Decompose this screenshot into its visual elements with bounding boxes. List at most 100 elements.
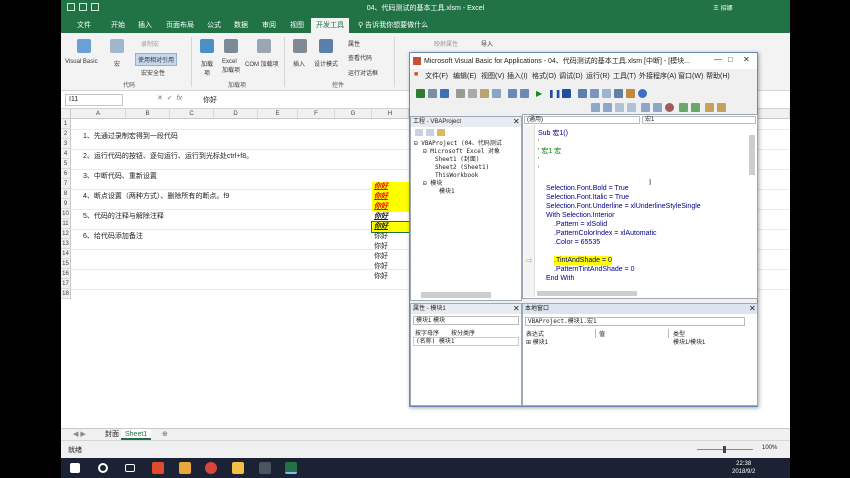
column-i-cell[interactable]: 你好	[372, 272, 409, 282]
tree-node-vbaproject[interactable]: ⊟ VBAProject (04、代码测试	[414, 140, 502, 148]
menu-format[interactable]: 格式(O)	[532, 71, 556, 81]
tell-me-search[interactable]: ⚲ 告诉我你想要做什么	[358, 20, 428, 30]
menu-debug[interactable]: 调试(D)	[559, 71, 583, 81]
uncomment-block-icon[interactable]	[691, 103, 700, 112]
properties-object-dropdown[interactable]: 模块1 模块	[413, 316, 519, 325]
code-line[interactable]: Sub 宏1()	[538, 129, 568, 138]
column-header[interactable]: A	[71, 109, 126, 119]
toggle-folders-icon[interactable]	[437, 129, 445, 136]
tab-data[interactable]: 数据	[234, 20, 248, 30]
row-header[interactable]: 18	[61, 289, 71, 299]
undo-icon[interactable]	[508, 89, 517, 98]
column-i-cell[interactable]: 你好	[372, 182, 409, 192]
reset-icon[interactable]	[562, 89, 571, 98]
name-box[interactable]: I11	[65, 94, 123, 106]
copy-icon[interactable]	[468, 89, 477, 98]
row-header[interactable]: 6	[61, 169, 71, 179]
close-project-pane-icon[interactable]: ✕	[513, 117, 520, 127]
object-browser-icon[interactable]	[614, 89, 623, 98]
code-line[interactable]: With Selection.Interior	[546, 211, 614, 220]
taskbar-clock[interactable]: 22:38 2018/9/2	[732, 460, 755, 476]
row-header[interactable]: 5	[61, 159, 71, 169]
code-line[interactable]: .Pattern = xlSolid	[554, 220, 607, 229]
formula-buttons[interactable]: ✕ ✓ fx	[157, 94, 182, 102]
design-mode-icon[interactable]	[319, 39, 333, 53]
locals-row-expression[interactable]: ⊞ 模块1	[526, 337, 548, 346]
code-line[interactable]: '	[538, 165, 539, 174]
procedure-dropdown[interactable]: 宏1	[642, 116, 756, 124]
menu-run[interactable]: 运行(R)	[586, 71, 610, 81]
column-header[interactable]: E	[258, 109, 298, 119]
app-icon[interactable]	[152, 462, 164, 474]
tab-page-layout[interactable]: 页面布局	[166, 20, 194, 30]
insert-module-icon[interactable]	[428, 89, 437, 98]
redo-icon[interactable]	[520, 89, 529, 98]
note-cell[interactable]: 4、断点设置（两种方式）、删除所有的断点。f9	[83, 192, 229, 202]
row-header[interactable]: 7	[61, 179, 71, 189]
tree-node-sheet2[interactable]: Sheet2 (Sheet1)	[435, 164, 489, 172]
macro-security-button[interactable]: 宏安全性	[141, 68, 165, 77]
list-properties-icon[interactable]	[591, 103, 600, 112]
row-header[interactable]: 12	[61, 229, 71, 239]
column-i-cell[interactable]: 你好	[372, 242, 409, 252]
macros-button[interactable]: 宏	[114, 59, 120, 68]
record-macro-button[interactable]: 录制宏	[141, 39, 159, 48]
maximize-button[interactable]: □	[728, 55, 733, 64]
next-bookmark-icon[interactable]	[717, 103, 726, 112]
tree-node-excel-objects[interactable]: ⊟ Microsoft Excel 对象	[423, 148, 500, 156]
menu-edit[interactable]: 编辑(E)	[453, 71, 476, 81]
code-line[interactable]: '	[538, 156, 539, 165]
excel-addins-button[interactable]: Excel 加载项	[222, 59, 242, 74]
tab-view[interactable]: 视图	[290, 20, 304, 30]
object-dropdown[interactable]: (通用)	[524, 116, 640, 124]
app-icon[interactable]	[259, 462, 271, 474]
row-header[interactable]: 1	[61, 119, 71, 129]
minimize-button[interactable]: —	[714, 55, 722, 64]
toggle-bookmark-icon[interactable]	[705, 103, 714, 112]
sheet-nav-arrows[interactable]: ◀ ▶	[69, 429, 90, 440]
code-line[interactable]: End With	[546, 274, 574, 283]
toolbox-icon[interactable]	[626, 89, 635, 98]
row-header[interactable]: 4	[61, 149, 71, 159]
execution-pointer-icon[interactable]: ⇨	[526, 256, 533, 265]
project-explorer-icon[interactable]	[590, 89, 599, 98]
com-addins-icon[interactable]	[257, 39, 271, 53]
row-header[interactable]: 10	[61, 209, 71, 219]
visual-basic-icon[interactable]	[77, 39, 91, 53]
tab-insert[interactable]: 插入	[138, 20, 152, 30]
code-horizontal-scrollbar[interactable]	[537, 291, 637, 296]
import-button[interactable]: 导入	[481, 39, 493, 48]
excel-addins-icon[interactable]	[224, 39, 238, 53]
excel-taskbar-icon[interactable]	[285, 462, 297, 474]
view-code-button[interactable]: 查看代码	[348, 53, 372, 62]
menu-window[interactable]: 窗口(W)	[678, 71, 703, 81]
view-code-icon[interactable]	[415, 129, 423, 136]
tab-formulas[interactable]: 公式	[207, 20, 221, 30]
outdent-icon[interactable]	[653, 103, 662, 112]
column-header[interactable]: B	[126, 109, 170, 119]
sheet-tab-cover[interactable]: 封面	[101, 429, 123, 440]
column-header[interactable]: D	[214, 109, 258, 119]
close-properties-pane-icon[interactable]: ✕	[513, 304, 520, 314]
design-mode-icon[interactable]	[578, 89, 587, 98]
code-line[interactable]: Selection.Font.Bold = True	[546, 184, 629, 193]
com-addins-button[interactable]: COM 加载项	[245, 59, 279, 68]
note-cell[interactable]: 6、给代码添加备注	[83, 232, 143, 242]
code-line[interactable]: Selection.Font.Underline = xlUnderlineSt…	[546, 202, 701, 211]
formula-input[interactable]: 你好	[203, 95, 217, 105]
column-header[interactable]: F	[298, 109, 335, 119]
row-header[interactable]: 17	[61, 279, 71, 289]
column-i-cell[interactable]: 你好	[372, 212, 409, 222]
note-cell[interactable]: 3、中断代码、重新设置	[83, 172, 157, 182]
menu-addins[interactable]: 外接程序(A)	[639, 71, 676, 81]
row-header[interactable]: 2	[61, 129, 71, 139]
chrome-icon[interactable]	[205, 462, 217, 474]
addins-button[interactable]: 加载项	[200, 59, 214, 77]
tab-file[interactable]: 文件	[77, 20, 91, 30]
design-mode-button[interactable]: 设计模式	[314, 59, 338, 68]
tree-node-sheet1[interactable]: Sheet1 (封面)	[435, 156, 480, 164]
add-sheet-icon[interactable]: ⊕	[158, 429, 172, 440]
search-circle-icon[interactable]	[98, 463, 108, 473]
tab-home[interactable]: 开始	[111, 20, 125, 30]
current-execution-line[interactable]: .TintAndShade = 0	[554, 256, 612, 265]
